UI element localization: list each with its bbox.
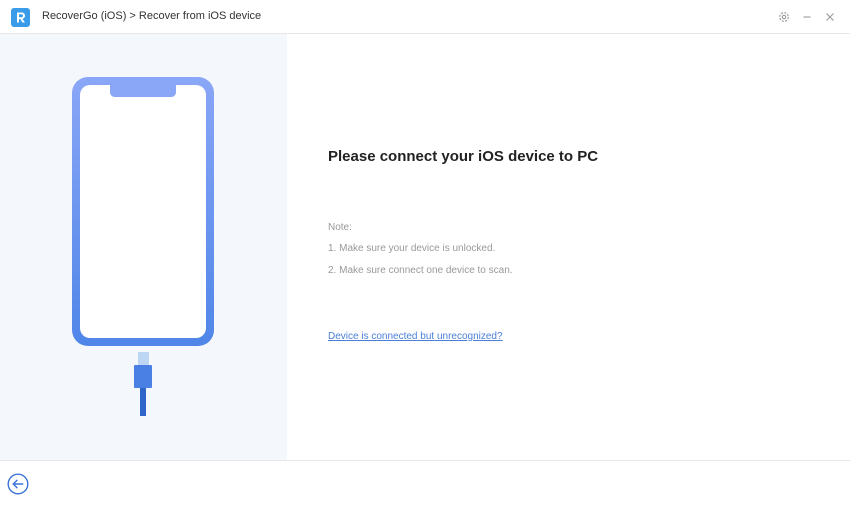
title-bar: RecoverGo (iOS) > Recover from iOS devic…: [0, 0, 850, 34]
note-label: Note:: [328, 222, 352, 233]
cable-wire: [140, 388, 146, 416]
close-icon[interactable]: [822, 9, 838, 25]
instructions-panel: Please connect your iOS device to PC Not…: [287, 34, 850, 460]
page-title: Please connect your iOS device to PC: [328, 148, 599, 165]
minimize-icon[interactable]: [799, 9, 815, 25]
note-item: 2. Make sure connect one device to scan.: [328, 265, 513, 276]
device-unrecognized-link[interactable]: Device is connected but unrecognized?: [328, 331, 503, 342]
app-logo-icon: [11, 8, 30, 27]
window-title: RecoverGo (iOS) > Recover from iOS devic…: [42, 10, 262, 22]
phone-screen: [80, 85, 206, 338]
footer-bar: [0, 460, 850, 507]
lightning-connector: [138, 352, 149, 365]
back-button[interactable]: [7, 473, 29, 495]
cable-plug: [134, 365, 152, 388]
device-illustration-panel: [0, 34, 287, 460]
phone-cable-illustration: [72, 77, 214, 416]
note-item: 1. Make sure your device is unlocked.: [328, 243, 496, 254]
phone-notch: [110, 85, 176, 97]
gear-icon[interactable]: [776, 9, 792, 25]
back-arrow-icon: [7, 473, 29, 495]
